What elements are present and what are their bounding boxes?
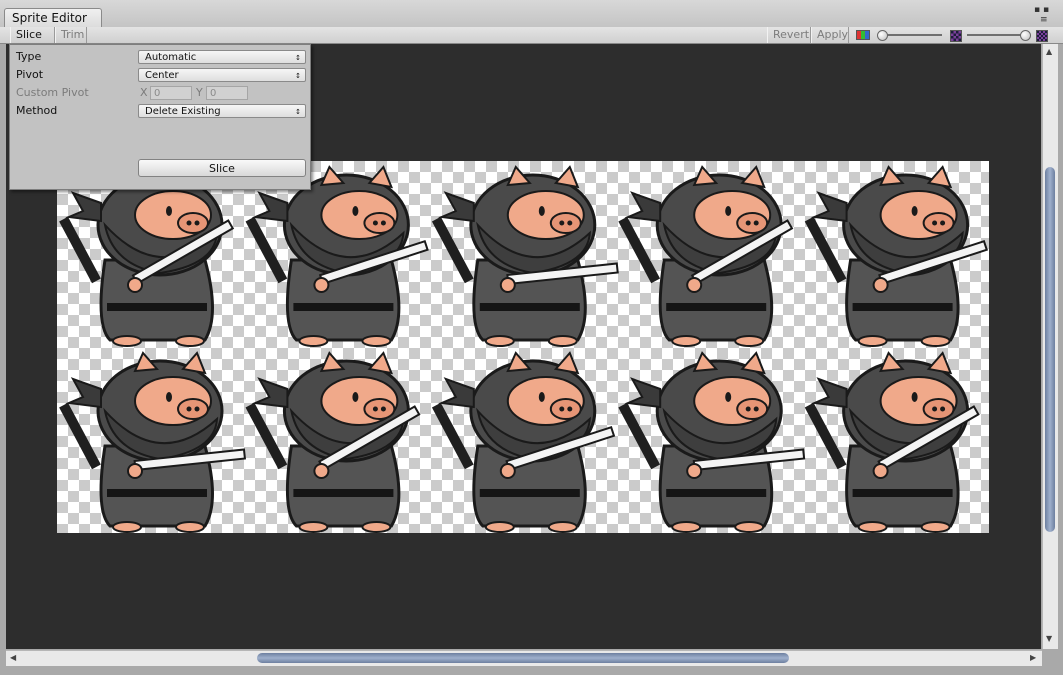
pivot-label: Pivot [16,68,44,81]
pivot-x-label: X [140,86,148,99]
type-dropdown[interactable]: Automatic ↕ [138,50,306,64]
sprite-frame [618,165,794,347]
horizontal-scroll-thumb[interactable] [257,653,789,663]
color-channel-icon[interactable] [856,30,870,40]
zoom-slider-handle[interactable] [877,30,888,41]
pivot-y-label: Y [196,86,203,99]
type-value: Automatic [145,52,197,63]
mip-level-slider-handle[interactable] [1020,30,1031,41]
custom-pivot-label: Custom Pivot [16,86,89,99]
pivot-dropdown[interactable]: Center ↕ [138,68,306,82]
sprite-frame [245,165,429,347]
method-dropdown[interactable]: Delete Existing ↕ [138,104,306,118]
sprite-frame [804,351,980,533]
pivot-value: Center [145,70,179,81]
dropdown-arrow-icon: ↕ [295,108,301,116]
slice-button[interactable]: Slice [138,159,306,177]
sprite-frame [804,165,989,347]
type-label: Type [16,50,42,63]
scroll-left-icon[interactable]: ◀ [10,653,16,662]
tab-sprite-editor[interactable]: Sprite Editor [4,8,102,27]
vertical-scrollbar[interactable]: ▲ ▼ [1042,44,1058,649]
toolbar: Slice ♢ Trim Revert Apply [0,27,1063,57]
dropdown-arrow-icon: ↕ [295,72,301,80]
slice-dropdown-button[interactable]: Slice ♢ [10,27,55,57]
pivot-y-field[interactable]: 0 [206,86,248,100]
trim-button[interactable]: Trim [55,27,87,43]
sprite-sheet[interactable] [57,161,989,533]
window-menu-icon[interactable]: ≡ [1040,15,1048,25]
sprite-editor-window: Sprite Editor ▪ ▪ ≡ Slice ♢ Trim Revert … [0,0,1063,675]
revert-button[interactable]: Revert [767,27,811,43]
apply-button[interactable]: Apply [811,27,849,43]
sprite-frame [431,165,619,347]
sprite-frame [618,351,806,533]
dropdown-arrow-icon: ↕ [295,54,301,62]
vertical-scroll-thumb[interactable] [1045,167,1055,532]
scroll-up-icon[interactable]: ▲ [1046,47,1052,56]
scroll-right-icon[interactable]: ▶ [1030,653,1036,662]
sprite-frame [59,165,235,347]
sprite-frame [245,351,421,533]
scroll-down-icon[interactable]: ▼ [1046,634,1052,643]
horizontal-scrollbar[interactable]: ◀ ▶ [6,650,1042,666]
slice-options-panel: Type Automatic ↕ Pivot Center ↕ Custom P… [9,44,311,190]
mip-small-icon [950,30,962,42]
sprite-frame [59,351,247,533]
zoom-slider[interactable] [880,34,942,36]
sprite-frame [431,351,616,533]
mip-level-slider[interactable] [967,34,1027,36]
title-bar: Sprite Editor ▪ ▪ ≡ [0,0,1063,28]
method-value: Delete Existing [145,106,221,117]
mip-large-icon [1036,30,1048,42]
ninja-pig-frames [59,165,989,533]
method-label: Method [16,104,58,117]
pivot-x-field[interactable]: 0 [150,86,192,100]
window-controls-icon[interactable]: ▪ ▪ [1034,5,1049,15]
